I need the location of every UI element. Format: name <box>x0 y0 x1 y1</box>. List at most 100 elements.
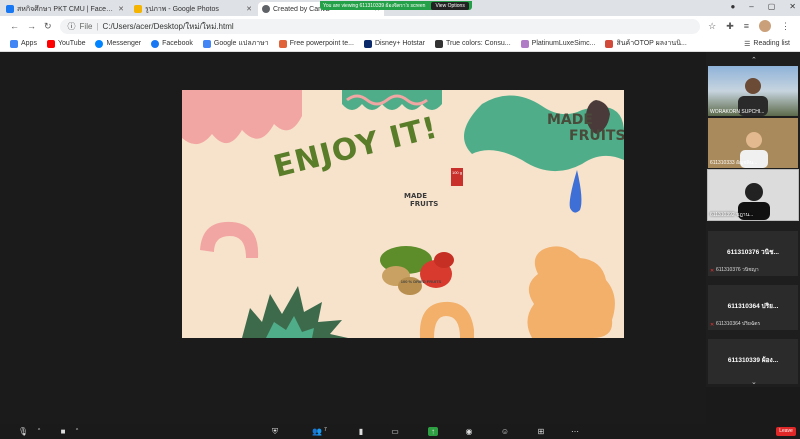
bookmark-label: สินค้าOTOP ผลงานนิ... <box>616 40 687 47</box>
url-field[interactable]: ⓘ File | C:/Users/acer/Desktop/ใหม่/ใหม่… <box>59 18 701 34</box>
bookmark-label: Messenger <box>106 40 142 47</box>
chat-icon[interactable]: ▭ <box>390 427 400 436</box>
bookmark-label: Google แปลภาษา <box>213 40 269 47</box>
bookmark-powerpoint[interactable]: Free powerpoint te... <box>278 39 354 48</box>
bookmark-label: YouTube <box>57 40 86 47</box>
close-icon[interactable]: ✕ <box>246 5 252 13</box>
tab-facebook[interactable]: สหกิจศึกษา PKT CMU | Facebook ✕ <box>2 2 128 16</box>
url-scheme-label: File <box>79 21 93 31</box>
google-photos-icon <box>134 5 142 13</box>
view-options-button[interactable]: View Options <box>431 1 469 10</box>
chevron-up-icon[interactable]: ^ <box>34 427 44 436</box>
reactions-icon[interactable]: ☺ <box>500 427 510 436</box>
presentation-slide: ENJOY IT! MADE FRUITS 100 g MADE FRUITS … <box>182 90 624 338</box>
reading-list-button[interactable]: ☰ Reading list <box>744 40 790 48</box>
url-text: C:/Users/acer/Desktop/ใหม่/ใหม่.html <box>102 21 234 31</box>
forward-icon[interactable]: → <box>27 21 36 31</box>
microphone-icon[interactable]: 🎙 <box>18 427 28 436</box>
site-icon <box>605 39 614 48</box>
apps-icon <box>10 39 18 48</box>
brand-logo: MADE FRUITS <box>547 112 624 144</box>
address-bar: ← → ↻ ⓘ File | C:/Users/acer/Desktop/ใหม… <box>0 16 800 36</box>
bookmark-label: PlatinumLuxeSimc... <box>531 40 596 47</box>
blue-drop-shape <box>569 170 582 213</box>
powerpoint-icon <box>278 39 287 48</box>
app-window: สหกิจศึกษา PKT CMU | Facebook ✕ รูปภาพ -… <box>0 0 800 439</box>
window-controls: ● – ▢ ✕ <box>730 2 796 11</box>
translate-icon <box>202 39 211 48</box>
security-icon[interactable]: ⛨ <box>270 427 280 436</box>
reading-mode-icon[interactable]: ≡ <box>744 21 749 31</box>
reload-icon[interactable]: ↻ <box>44 21 52 32</box>
brand-line-2: FRUITS <box>569 128 624 144</box>
chevron-down-icon[interactable]: ⌄ <box>751 378 757 386</box>
record-icon[interactable]: ● <box>730 2 735 11</box>
globe-icon <box>262 5 270 13</box>
menu-icon[interactable]: ⋮ <box>781 21 790 32</box>
bookmark-google-translate[interactable]: Google แปลภาษา <box>202 38 269 49</box>
participants-panel: ⌃ WORAKORN SUPCHI... 611310333 อัญชลิน..… <box>706 52 800 387</box>
participant-video[interactable]: 611310392 ชฎาน... <box>707 169 799 221</box>
pack-logo-line-1: MADE <box>404 192 427 200</box>
reading-list-icon: ☰ <box>744 40 751 48</box>
leave-button[interactable]: Leave <box>776 427 796 436</box>
shared-screen: ENJOY IT! MADE FRUITS 100 g MADE FRUITS … <box>0 52 706 424</box>
close-window-icon[interactable]: ✕ <box>789 2 796 11</box>
participant-name: 611310392 ชฎาน... <box>710 212 754 218</box>
back-icon[interactable]: ← <box>10 21 19 31</box>
pack-tagline: 100 % DRIED FRUITS <box>400 279 442 284</box>
pack-logo: MADE FRUITS <box>404 192 438 208</box>
bookmarks-bar: Apps YouTube Messenger Facebook Google แ… <box>0 36 800 52</box>
tab-google-photos[interactable]: รูปภาพ - Google Photos ✕ <box>130 2 256 16</box>
extensions-icon[interactable]: ✚ <box>726 21 734 32</box>
bookmark-otop[interactable]: สินค้าOTOP ผลงานนิ... <box>605 38 687 49</box>
participant-video[interactable]: WORAKORN SUPCHI... <box>708 66 798 116</box>
facebook-icon <box>6 5 14 13</box>
polls-icon[interactable]: ▮ <box>356 427 366 436</box>
participant-video[interactable]: 611310333 อัญชลิน... <box>708 118 798 168</box>
participant-tile[interactable]: 611310376 วนิช... ✕ 611310376 วนิชญา <box>708 230 798 276</box>
product-package: 100 g MADE FRUITS 100 % DRIED FRUITS <box>374 162 468 296</box>
screen-share-banner: You are viewing 611310339 ผ้องจิตรา's sc… <box>320 1 472 10</box>
maximize-icon[interactable]: ▢ <box>768 2 776 11</box>
share-banner-text: You are viewing 611310339 ผ้องจิตรา's sc… <box>323 2 426 9</box>
bookmark-disney[interactable]: Disney+ Hotstar <box>363 39 425 48</box>
orange-arch-shape <box>419 301 474 338</box>
bookmark-true-colors[interactable]: True colors: Consu... <box>434 39 511 48</box>
participant-tile[interactable]: 611310364 ปริย... ✕ 611310364 ปริยฉัตร <box>708 284 798 330</box>
participants-count: 7 <box>324 427 327 433</box>
tab-label: รูปภาพ - Google Photos <box>145 5 219 13</box>
tab-label: สหกิจศึกษา PKT CMU | Facebook <box>17 5 116 13</box>
chevron-up-icon[interactable]: ⌃ <box>751 56 757 64</box>
bookmark-apps[interactable]: Apps <box>10 39 37 48</box>
star-icon[interactable]: ☆ <box>708 21 716 32</box>
participant-name: 611310333 อัญชลิน... <box>710 160 758 166</box>
bookmark-facebook[interactable]: Facebook <box>151 39 193 48</box>
participants-icon[interactable]: 👥 <box>312 427 322 436</box>
bookmark-platinum[interactable]: PlatinumLuxeSimc... <box>520 39 596 48</box>
site-icon <box>434 39 443 48</box>
bookmark-label: Apps <box>21 40 37 47</box>
more-icon[interactable]: ⋯ <box>570 427 580 436</box>
video-camera-icon[interactable]: ■ <box>58 427 68 436</box>
participant-name: 611310376 วนิชญา <box>716 267 759 273</box>
bookmark-youtube[interactable]: YouTube <box>46 39 86 48</box>
site-icon <box>520 39 529 48</box>
minimize-icon[interactable]: – <box>749 2 753 11</box>
bookmark-messenger[interactable]: Messenger <box>95 39 142 48</box>
record-icon[interactable]: ◉ <box>464 427 474 436</box>
participant-display-name: 611310376 วนิช... <box>727 249 779 256</box>
profile-avatar[interactable] <box>759 20 771 32</box>
apps-icon[interactable]: ⊞ <box>536 427 546 436</box>
info-icon: ⓘ <box>67 21 76 31</box>
pink-arch-shape <box>200 221 259 258</box>
participant-display-name: 611310339 ผ้อง... <box>727 357 779 364</box>
pack-logo-line-2: FRUITS <box>410 200 439 208</box>
bookmark-label: Disney+ Hotstar <box>374 40 425 47</box>
mic-muted-icon: ✕ <box>710 268 715 274</box>
youtube-icon <box>46 39 55 48</box>
share-screen-icon[interactable]: ↑ <box>428 427 438 436</box>
chevron-up-icon[interactable]: ^ <box>72 427 82 436</box>
facebook-icon <box>151 39 160 48</box>
close-icon[interactable]: ✕ <box>118 5 124 13</box>
